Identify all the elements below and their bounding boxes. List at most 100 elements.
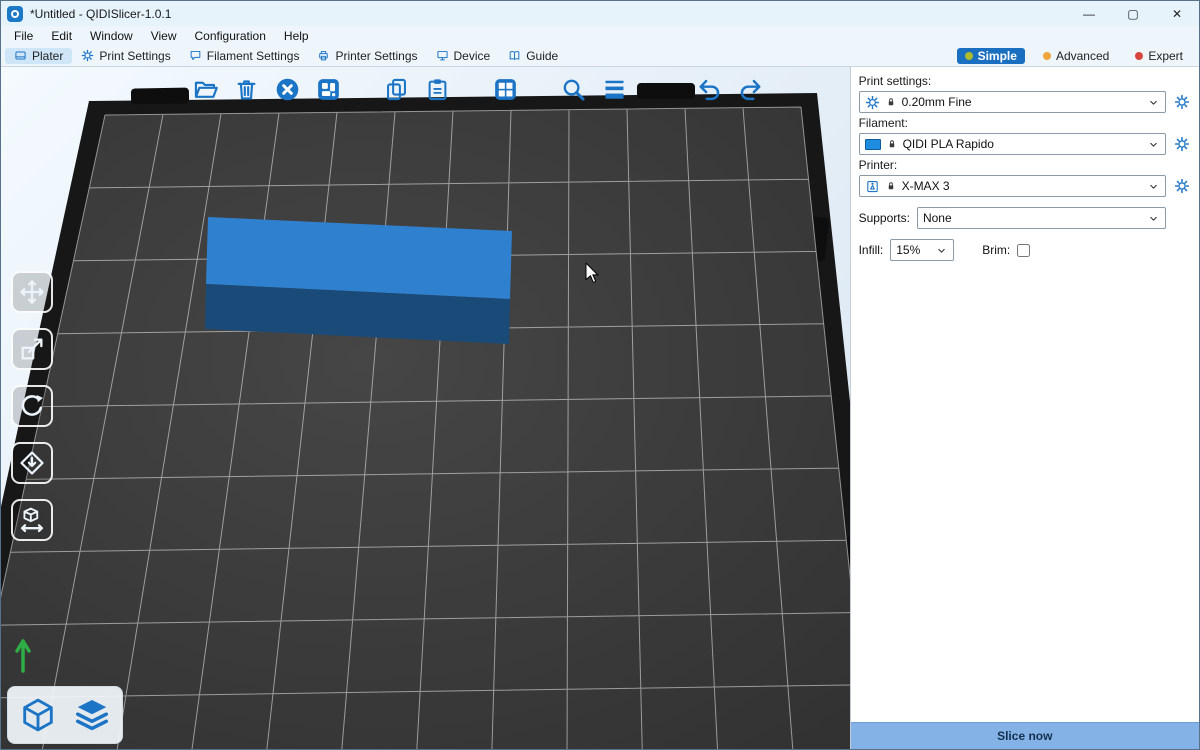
device-icon	[436, 49, 449, 62]
main-content: Print settings: 0.20mm Fine Filament: QI…	[1, 67, 1199, 749]
print-settings-label: Print settings:	[859, 74, 1191, 88]
rotate-tool-button[interactable]	[11, 385, 53, 427]
measure-tool-button[interactable]	[11, 499, 53, 541]
search-icon	[560, 76, 587, 103]
menu-edit[interactable]: Edit	[42, 28, 81, 44]
tab-printer-settings[interactable]: Printer Settings	[308, 48, 426, 64]
filament-label: Filament:	[859, 116, 1191, 130]
lock-icon	[886, 138, 898, 150]
brim-checkbox[interactable]	[1017, 244, 1030, 257]
move-tool-button[interactable]	[11, 271, 53, 313]
mode-simple[interactable]: Simple	[957, 48, 1025, 64]
layers-stack-icon	[73, 696, 111, 734]
move-icon	[18, 278, 46, 306]
gear-icon	[865, 95, 880, 110]
close-button[interactable]: ✕	[1155, 1, 1199, 26]
edit-print-settings-button[interactable]	[1173, 93, 1191, 111]
undo-icon	[696, 76, 723, 103]
infill-select[interactable]: 15%	[890, 239, 954, 261]
redo-icon	[737, 76, 764, 103]
printer-icon	[865, 179, 880, 194]
redo-button[interactable]	[734, 73, 766, 105]
variable-layer-height-button[interactable]	[598, 73, 630, 105]
print-bed	[1, 67, 850, 749]
mode-label: Advanced	[1056, 49, 1109, 63]
chevron-down-icon	[1147, 138, 1160, 151]
window-title: *Untitled - QIDISlicer-1.0.1	[30, 7, 171, 21]
menu-file[interactable]: File	[5, 28, 42, 44]
tab-print-settings[interactable]: Print Settings	[72, 48, 179, 64]
print-settings-select[interactable]: 0.20mm Fine	[859, 91, 1166, 113]
menu-configuration[interactable]: Configuration	[186, 28, 275, 44]
printer-value: X-MAX 3	[902, 179, 1142, 193]
settings-sidebar: Print settings: 0.20mm Fine Filament: QI…	[850, 67, 1199, 749]
delete-all-button[interactable]	[271, 73, 303, 105]
filament-value: QIDI PLA Rapido	[903, 137, 1142, 151]
place-on-face-tool-button[interactable]	[11, 442, 53, 484]
trash-icon	[233, 76, 260, 103]
split-to-objects-button[interactable]	[489, 73, 521, 105]
tab-label: Filament Settings	[207, 49, 300, 63]
menu-help[interactable]: Help	[275, 28, 318, 44]
undo-button[interactable]	[693, 73, 725, 105]
paste-button[interactable]	[421, 73, 453, 105]
slice-now-button[interactable]: Slice now	[851, 722, 1199, 749]
printer-label: Printer:	[859, 158, 1191, 172]
open-button[interactable]	[189, 73, 221, 105]
delete-button[interactable]	[230, 73, 262, 105]
layer-height-icon	[601, 76, 628, 103]
scale-icon	[18, 335, 46, 363]
gear-icon	[1174, 94, 1190, 110]
lock-icon	[885, 96, 897, 108]
preview-view-button[interactable]	[67, 692, 117, 738]
mode-dot	[965, 52, 973, 60]
edit-printer-button[interactable]	[1173, 177, 1191, 195]
menu-window[interactable]: Window	[81, 28, 142, 44]
mode-switcher: Simple Advanced Expert	[957, 48, 1195, 64]
edit-filament-button[interactable]	[1173, 135, 1191, 153]
tab-label: Device	[454, 49, 491, 63]
rotate-icon	[18, 392, 46, 420]
app-icon	[7, 6, 23, 22]
tab-label: Print Settings	[99, 49, 170, 63]
measure-icon	[18, 506, 46, 534]
infill-label: Infill:	[859, 243, 884, 257]
filament-select[interactable]: QIDI PLA Rapido	[859, 133, 1166, 155]
printer-select[interactable]: X-MAX 3	[859, 175, 1166, 197]
tab-label: Plater	[32, 49, 63, 63]
mode-advanced[interactable]: Advanced	[1035, 48, 1117, 64]
paste-icon	[424, 76, 451, 103]
mode-label: Simple	[978, 49, 1017, 63]
plater-icon	[14, 49, 27, 62]
chevron-down-icon	[1147, 212, 1160, 225]
mode-dot	[1135, 52, 1143, 60]
printer-icon	[317, 49, 330, 62]
maximize-button[interactable]: ▢	[1111, 1, 1155, 26]
app-window: *Untitled - QIDISlicer-1.0.1 — ▢ ✕ File …	[0, 0, 1200, 750]
minimize-button[interactable]: —	[1067, 1, 1111, 26]
infill-value: 15%	[896, 243, 930, 257]
cube-3d-icon	[19, 696, 57, 734]
menubar: File Edit Window View Configuration Help	[1, 26, 1199, 45]
viewport-3d[interactable]	[1, 67, 850, 749]
editor-view-button[interactable]	[13, 692, 63, 738]
tabbar: Plater Print Settings Filament Settings …	[1, 45, 1199, 67]
tab-device[interactable]: Device	[427, 48, 500, 64]
arrange-button[interactable]	[312, 73, 344, 105]
tab-plater[interactable]: Plater	[5, 48, 72, 64]
chevron-down-icon	[935, 244, 948, 257]
gear-icon	[1174, 136, 1190, 152]
scale-tool-button[interactable]	[11, 328, 53, 370]
mode-label: Expert	[1148, 49, 1183, 63]
search-button[interactable]	[557, 73, 589, 105]
window-controls: — ▢ ✕	[1067, 1, 1199, 26]
copy-button[interactable]	[380, 73, 412, 105]
lock-icon	[885, 180, 897, 192]
supports-select[interactable]: None	[917, 207, 1166, 229]
mode-expert[interactable]: Expert	[1127, 48, 1191, 64]
tab-filament-settings[interactable]: Filament Settings	[180, 48, 309, 64]
print-settings-value: 0.20mm Fine	[902, 95, 1142, 109]
tab-guide[interactable]: Guide	[499, 48, 567, 64]
menu-view[interactable]: View	[142, 28, 186, 44]
supports-label: Supports:	[859, 211, 910, 225]
